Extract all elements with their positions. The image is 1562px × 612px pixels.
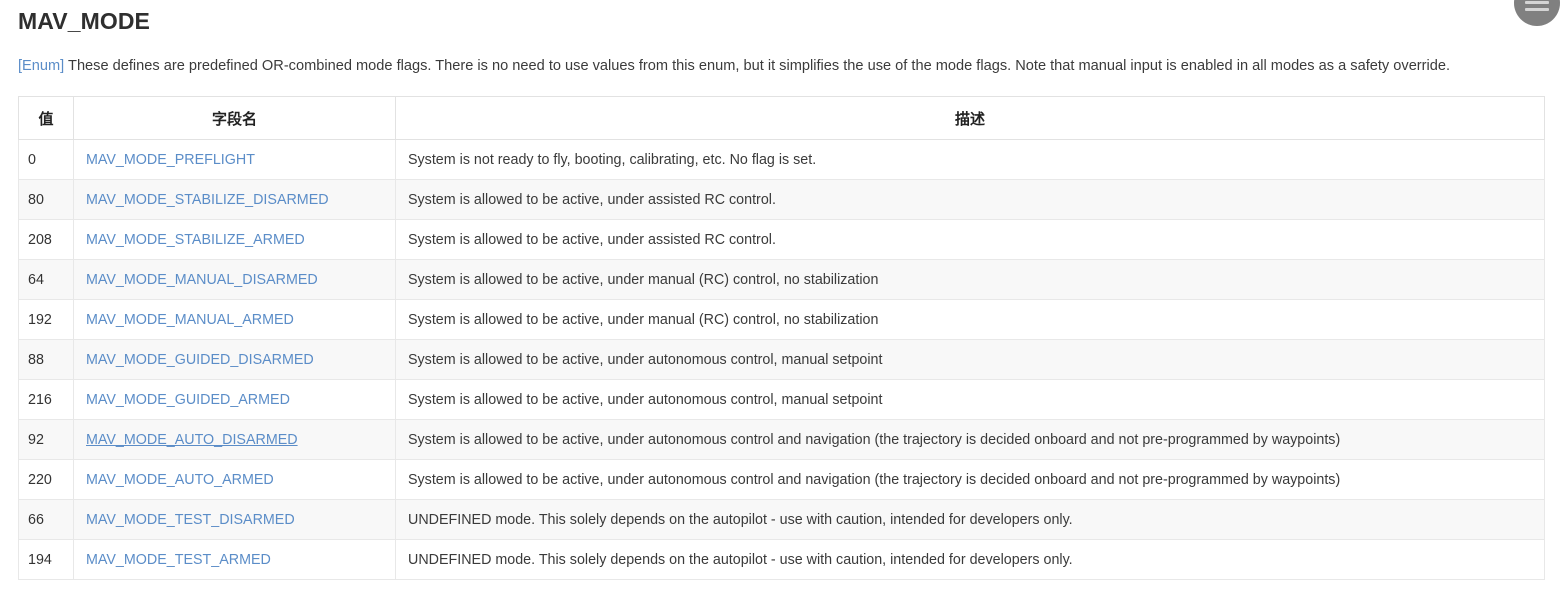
cell-name: MAV_MODE_AUTO_ARMED [73,459,396,500]
cell-name: MAV_MODE_GUIDED_DISARMED [73,339,396,380]
cell-name: MAV_MODE_AUTO_DISARMED [73,419,396,460]
enum-value-link[interactable]: MAV_MODE_TEST_ARMED [86,552,271,568]
enum-value-link[interactable]: MAV_MODE_STABILIZE_DISARMED [86,192,329,208]
cell-value: 88 [18,339,74,380]
cell-value: 64 [18,259,74,300]
cell-value: 80 [18,179,74,220]
enum-table: 值 字段名 描述 0 MAV_MODE_PREFLIGHT System is no… [18,96,1545,580]
enum-value-link[interactable]: MAV_MODE_MANUAL_DISARMED [86,272,318,288]
table-row: 220 MAV_MODE_AUTO_ARMED System is allowed … [18,459,1545,500]
cell-description: System is allowed to be active, under au… [395,339,1545,380]
page-title: MAV_MODE [18,8,150,34]
intro-text: These defines are predefined OR-combined… [64,58,1451,74]
cell-value: 208 [18,219,74,260]
table-row: 0 MAV_MODE_PREFLIGHT System is not ready t… [18,139,1545,180]
enum-value-link[interactable]: MAV_MODE_STABILIZE_ARMED [86,232,305,248]
table-row: 88 MAV_MODE_GUIDED_DISARMED System is allo… [18,339,1545,380]
enum-value-link[interactable]: MAV_MODE_MANUAL_ARMED [86,312,294,328]
table-body: 0 MAV_MODE_PREFLIGHT System is not ready t… [18,139,1545,580]
cell-description: System is allowed to be active, under au… [395,459,1545,500]
page-root: MAV_MODE [Enum] These defines are predef… [0,0,1562,612]
cell-description: System is allowed to be active, under au… [395,419,1545,460]
enum-value-link[interactable]: MAV_MODE_GUIDED_DISARMED [86,352,314,368]
cell-value: 192 [18,299,74,340]
cell-description: System is allowed to be active, under as… [395,219,1545,260]
cell-name: MAV_MODE_MANUAL_ARMED [73,299,396,340]
cell-description: UNDEFINED mode. This solely depends on t… [395,499,1545,540]
table-row: 208 MAV_MODE_STABILIZE_ARMED System is all… [18,219,1545,260]
cell-name: MAV_MODE_STABILIZE_DISARMED [73,179,396,220]
column-header-name: 字段名 [73,96,396,140]
enum-value-link[interactable]: MAV_MODE_GUIDED_ARMED [86,392,290,408]
table-row: 80 MAV_MODE_STABILIZE_DISARMED System is a… [18,179,1545,220]
cell-value: 92 [18,419,74,460]
cell-description: UNDEFINED mode. This solely depends on t… [395,539,1545,580]
cell-value: 66 [18,499,74,540]
cell-name: MAV_MODE_GUIDED_ARMED [73,379,396,420]
enum-link[interactable]: [Enum] [18,58,64,74]
table-row: 66 MAV_MODE_TEST_DISARMED UNDEFINED mode. … [18,499,1545,540]
cell-value: 216 [18,379,74,420]
table-row: 64 MAV_MODE_MANUAL_DISARMED System is allo… [18,259,1545,300]
cell-description: System is allowed to be active, under ma… [395,299,1545,340]
cell-name: MAV_MODE_TEST_DISARMED [73,499,396,540]
cell-value: 194 [18,539,74,580]
table-row: 216 MAV_MODE_GUIDED_ARMED System is allowe… [18,379,1545,420]
hamburger-menu-icon-bar [1525,1,1549,4]
table-row: 192 MAV_MODE_MANUAL_ARMED System is allowe… [18,299,1545,340]
table-row: 92 MAV_MODE_AUTO_DISARMED System is allowe… [18,419,1545,460]
intro-paragraph: [Enum] These defines are predefined OR-c… [0,36,1558,80]
column-header-description: 描述 [395,96,1545,140]
cell-value: 0 [18,139,74,180]
cell-name: MAV_MODE_TEST_ARMED [73,539,396,580]
enum-value-link[interactable]: MAV_MODE_PREFLIGHT [86,152,255,168]
cell-description: System is allowed to be active, under au… [395,379,1545,420]
table-header-row: 值 字段名 描述 [18,96,1545,140]
enum-value-link[interactable]: MAV_MODE_AUTO_DISARMED [86,432,298,448]
cell-description: System is not ready to fly, booting, cal… [395,139,1545,180]
cell-description: System is allowed to be active, under ma… [395,259,1545,300]
cell-description: System is allowed to be active, under as… [395,179,1545,220]
enum-table-container: 值 字段名 描述 0 MAV_MODE_PREFLIGHT System is no… [0,80,1562,580]
hamburger-menu-icon-bar [1525,8,1549,11]
enum-value-link[interactable]: MAV_MODE_AUTO_ARMED [86,472,274,488]
table-row: 194 MAV_MODE_TEST_ARMED UNDEFINED mode. Th… [18,539,1545,580]
column-header-value: 值 [18,96,74,140]
table-header: 值 字段名 描述 [18,96,1545,140]
cell-name: MAV_MODE_MANUAL_DISARMED [73,259,396,300]
cell-name: MAV_MODE_PREFLIGHT [73,139,396,180]
cell-value: 220 [18,459,74,500]
enum-value-link[interactable]: MAV_MODE_TEST_DISARMED [86,512,295,528]
cell-name: MAV_MODE_STABILIZE_ARMED [73,219,396,260]
